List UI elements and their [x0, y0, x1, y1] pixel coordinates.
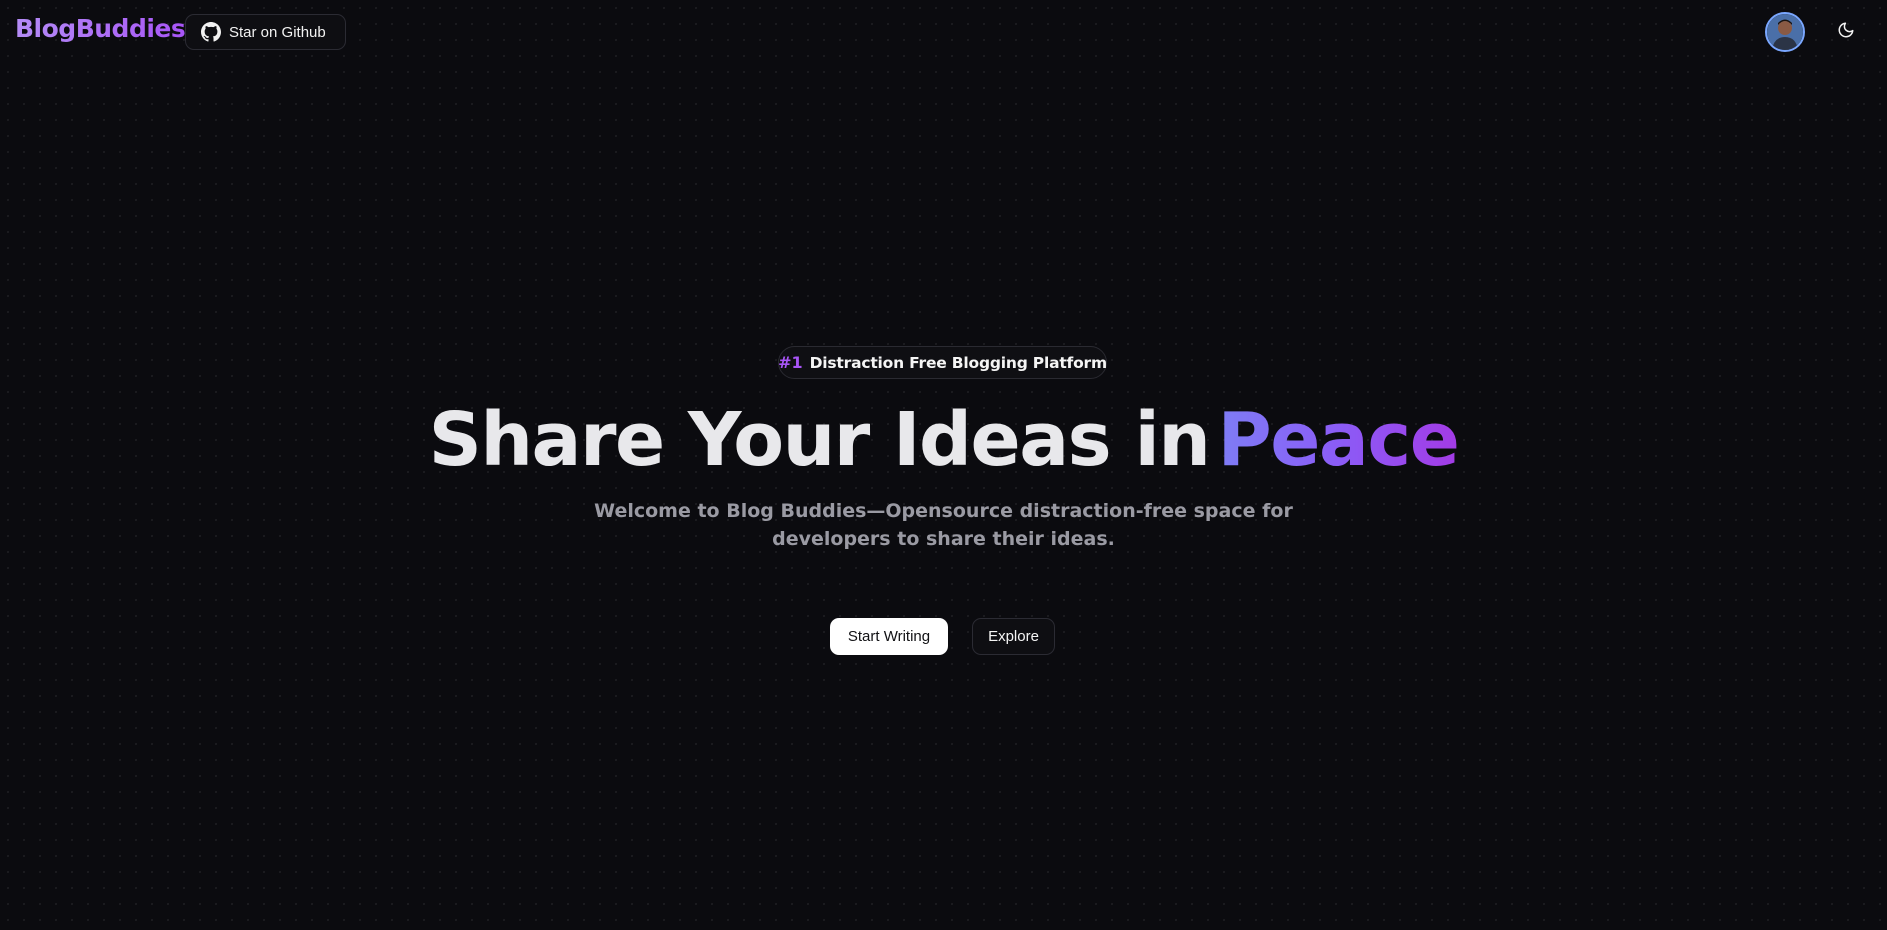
- headline-accent: Peace: [1217, 397, 1460, 483]
- explore-button[interactable]: Explore: [972, 618, 1055, 655]
- hero-headline: Share Your Ideas in Peace: [0, 398, 1887, 482]
- badge-rank: #1: [778, 353, 803, 372]
- badge-text: Distraction Free Blogging Platform: [809, 353, 1108, 372]
- hero-subtitle: Welcome to Blog Buddies—Opensource distr…: [594, 500, 1293, 550]
- platform-badge: #1 Distraction Free Blogging Platform: [778, 346, 1107, 379]
- start-writing-button[interactable]: Start Writing: [830, 618, 948, 655]
- hero-section: #1 Distraction Free Blogging Platform Sh…: [0, 0, 1887, 930]
- headline-plain: Share Your Ideas in: [428, 397, 1211, 483]
